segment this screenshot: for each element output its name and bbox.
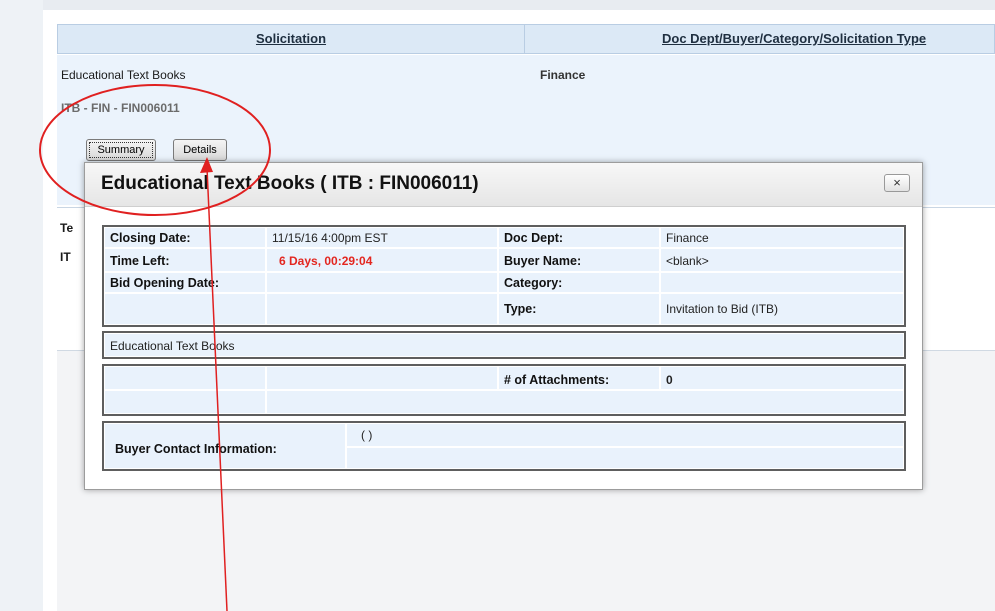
description-box: Educational Text Books	[102, 331, 906, 359]
doc-dept-label: Doc Dept:	[498, 227, 660, 248]
dialog-title: Educational Text Books ( ITB : FIN006011…	[101, 173, 479, 194]
solicitation-title: Educational Text Books	[61, 68, 186, 82]
info-table: Closing Date: 11/15/16 4:00pm EST Doc De…	[102, 225, 906, 327]
time-left-label: Time Left:	[104, 248, 266, 272]
time-left-value: 6 Days, 00:29:04	[266, 248, 498, 272]
attachments-count: 0	[660, 366, 904, 390]
dialog-header: Educational Text Books ( ITB : FIN006011…	[85, 163, 922, 207]
empty-cell	[346, 447, 904, 469]
empty-cell	[266, 293, 498, 325]
buyer-contact-value: ( )	[346, 423, 904, 447]
empty-cell	[266, 390, 904, 414]
buyer-name-value: <blank>	[660, 248, 904, 272]
closing-date-value: 11/15/16 4:00pm EST	[266, 227, 498, 248]
attachments-label: # of Attachments:	[498, 366, 660, 390]
summary-button[interactable]: Summary	[86, 139, 156, 161]
type-label: Type:	[498, 293, 660, 325]
column-header-solicitation[interactable]: Solicitation	[58, 25, 525, 53]
solicitation-dept: Finance	[540, 68, 586, 82]
close-icon[interactable]: ×	[884, 174, 910, 192]
buyer-contact-box: Buyer Contact Information: ( )	[102, 421, 906, 471]
closing-date-label: Closing Date:	[104, 227, 266, 248]
bid-opening-date-label: Bid Opening Date:	[104, 272, 266, 293]
type-value: Invitation to Bid (ITB)	[660, 293, 904, 325]
solicitation-id: ITB - FIN - FIN006011	[61, 101, 180, 115]
column-header-doc-dept[interactable]: Doc Dept/Buyer/Category/Solicitation Typ…	[525, 25, 995, 53]
empty-cell	[104, 390, 266, 414]
category-value	[660, 272, 904, 293]
bid-opening-date-value	[266, 272, 498, 293]
row2-id-fragment: IT	[60, 250, 71, 264]
left-sidebar-strip	[0, 0, 43, 611]
buyer-name-label: Buyer Name:	[498, 248, 660, 272]
top-strip	[43, 0, 995, 10]
empty-cell	[266, 366, 498, 390]
doc-dept-value: Finance	[660, 227, 904, 248]
empty-cell	[104, 293, 266, 325]
empty-cell	[104, 366, 266, 390]
buyer-contact-label: Buyer Contact Information:	[104, 423, 346, 469]
details-button[interactable]: Details	[173, 139, 227, 161]
row2-title-fragment: Te	[60, 221, 74, 235]
summary-dialog: Educational Text Books ( ITB : FIN006011…	[84, 162, 923, 490]
description-text: Educational Text Books	[104, 333, 904, 357]
table-header: Solicitation Doc Dept/Buyer/Category/Sol…	[57, 24, 995, 54]
category-label: Category:	[498, 272, 660, 293]
attachments-box: # of Attachments: 0	[102, 364, 906, 416]
